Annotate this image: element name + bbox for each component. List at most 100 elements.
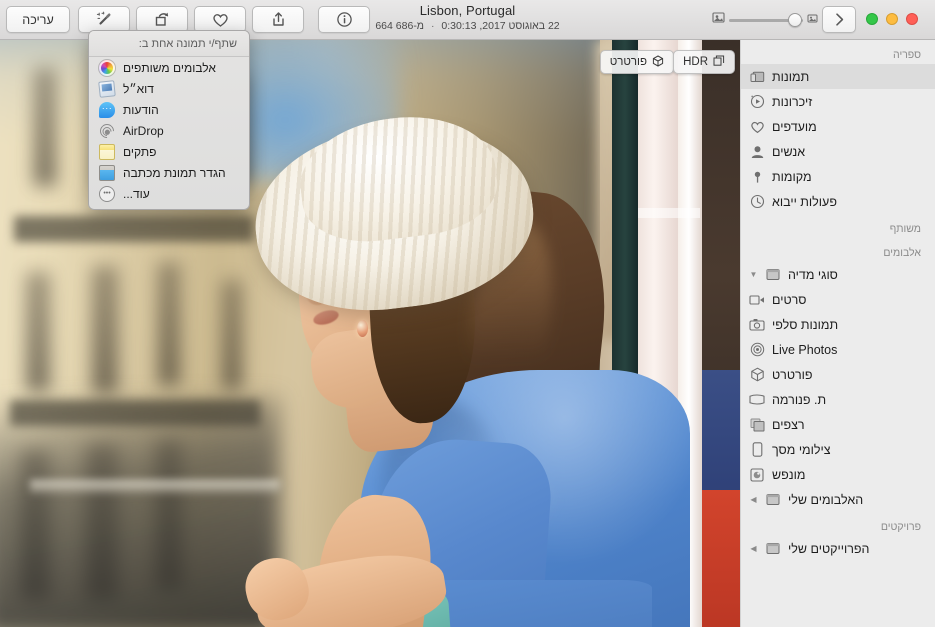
share-item-notes[interactable]: פתקים <box>89 142 249 162</box>
thumbnail-small-icon <box>712 11 725 29</box>
sidebar-item-label: הפרוייקטים שלי <box>788 541 870 556</box>
import-clock-icon <box>749 194 765 210</box>
sidebar-item-label: מקומות <box>772 169 812 184</box>
sidebar-item-label: צילומי מסך <box>772 442 831 457</box>
sidebar-group-library-title: ספריה <box>893 49 921 61</box>
metadata-separator: · <box>430 20 435 32</box>
close-window-button[interactable] <box>906 13 918 25</box>
media-types-icon <box>765 267 781 283</box>
favorite-button[interactable] <box>194 6 246 33</box>
heart-icon <box>212 12 229 28</box>
sidebar-item-media-types[interactable]: סוגי מדיה ▼ <box>741 262 935 287</box>
window-controls <box>866 13 918 25</box>
sidebar-item-people[interactable]: אנשים <box>741 139 935 164</box>
hdr-badge-label: HDR <box>683 56 708 68</box>
share-item-label: הגדר תמונת מכתבה <box>123 166 226 180</box>
chevron-down-icon[interactable]: ▼ <box>749 270 758 279</box>
share-item-mail[interactable]: דוא״ל <box>89 79 249 99</box>
sidebar-item-label: פעולות ייבוא <box>772 194 837 209</box>
sidebar-item-imports[interactable]: פעולות ייבוא <box>741 189 935 214</box>
notes-icon <box>99 144 115 160</box>
sidebar-item-panoramas[interactable]: ת. פנורמה <box>741 387 935 412</box>
photo-dimensions: 664 מ-686 <box>375 20 425 32</box>
auto-enhance-button[interactable] <box>78 6 130 33</box>
sidebar-item-portrait[interactable]: פורטרט <box>741 362 935 387</box>
share-button[interactable] <box>252 6 304 33</box>
share-item-shared-albums[interactable]: אלבומים משותפים <box>89 58 249 78</box>
thumbnail-size-slider[interactable] <box>712 12 818 28</box>
sidebar-group-shared-title: משותף <box>889 223 921 235</box>
info-icon <box>336 11 353 28</box>
zoom-window-button[interactable] <box>866 13 878 25</box>
animated-icon <box>749 467 765 483</box>
sidebar-item-label: זיכרונות <box>772 94 813 109</box>
screenshot-icon <box>749 442 765 458</box>
sidebar-item-animated[interactable]: מונפש <box>741 462 935 487</box>
sidebar-item-photos[interactable]: תמונות <box>741 64 935 89</box>
sidebar-item-label: סרטים <box>772 292 807 307</box>
camera-icon <box>749 317 765 333</box>
chevron-right-icon <box>832 12 847 27</box>
photos-app-window: עריכה Lisbon, Portugal 22 באוגוסט 2017, … <box>0 0 935 627</box>
sidebar-item-my-projects[interactable]: הפרוייקטים שלי ◀ <box>741 536 935 561</box>
sidebar-item-label: ת. פנורמה <box>772 392 827 407</box>
sidebar-item-videos[interactable]: סרטים <box>741 287 935 312</box>
sidebar-item-label: Live Photos <box>772 342 838 357</box>
sidebar-item-favorites[interactable]: מועדפים <box>741 114 935 139</box>
my-albums-icon <box>765 492 781 508</box>
people-icon <box>749 144 765 160</box>
rotate-button[interactable] <box>136 6 188 33</box>
sidebar-item-label: מונפש <box>772 467 806 482</box>
share-popover-title: שתף/י תמונה אחת ב: <box>89 31 249 57</box>
burst-icon <box>749 417 765 433</box>
sidebar-item-places[interactable]: מקומות <box>741 164 935 189</box>
sidebar-item-label: פורטרט <box>772 367 813 382</box>
my-projects-icon <box>765 541 781 557</box>
slider-track[interactable] <box>729 13 803 27</box>
photo-date: 22 באוגוסט 2017, 0:30:13 <box>441 20 560 32</box>
sidebar[interactable]: ספריה תמונות זיכרונות מועדפים אנשים מקומ… <box>740 40 935 627</box>
rotate-icon <box>154 11 171 28</box>
share-item-label: עוד... <box>123 187 150 201</box>
messages-icon <box>99 102 115 118</box>
share-item-messages[interactable]: הודעות <box>89 100 249 120</box>
next-photo-button[interactable] <box>822 6 856 33</box>
chevron-left-icon[interactable]: ◀ <box>749 495 758 504</box>
desktop-picture-icon <box>99 165 115 181</box>
share-item-desktop-picture[interactable]: הגדר תמונת מכתבה <box>89 163 249 183</box>
portrait-badge[interactable]: פורטרט <box>599 50 674 74</box>
panorama-icon <box>749 392 765 408</box>
sidebar-item-memories[interactable]: זיכרונות <box>741 89 935 114</box>
info-button[interactable] <box>318 6 370 33</box>
airdrop-icon <box>97 121 117 141</box>
share-item-label: הודעות <box>123 103 159 117</box>
hdr-icon <box>713 55 725 70</box>
heart-icon <box>749 119 765 135</box>
portrait-cube-icon <box>652 54 664 70</box>
share-popover: שתף/י תמונה אחת ב: אלבומים משותפים דוא״ל… <box>88 30 250 210</box>
sidebar-item-screenshots[interactable]: צילומי מסך <box>741 437 935 462</box>
hdr-badge[interactable]: HDR <box>673 50 735 74</box>
portrait-badge-label: פורטרט <box>609 56 647 68</box>
minimize-window-button[interactable] <box>886 13 898 25</box>
edit-button-label: עריכה <box>22 12 54 27</box>
sidebar-item-my-albums[interactable]: האלבומים שלי ◀ <box>741 487 935 512</box>
sidebar-item-bursts[interactable]: רצפים <box>741 412 935 437</box>
sidebar-item-selfies[interactable]: תמונות סלפי <box>741 312 935 337</box>
sidebar-item-label: רצפים <box>772 417 805 432</box>
sidebar-item-label: אנשים <box>772 144 806 159</box>
sidebar-group-albums-title: אלבומים <box>883 247 921 259</box>
mail-icon <box>98 80 116 98</box>
magic-wand-icon <box>96 11 113 28</box>
shared-albums-icon <box>99 60 115 76</box>
share-item-more[interactable]: עוד... <box>89 184 249 204</box>
places-pin-icon <box>749 169 765 185</box>
chevron-left-icon[interactable]: ◀ <box>749 544 758 553</box>
sidebar-item-label: סוגי מדיה <box>788 267 838 282</box>
memories-icon <box>749 94 765 110</box>
share-item-airdrop[interactable]: AirDrop <box>89 121 249 141</box>
slider-knob[interactable] <box>788 13 802 27</box>
sidebar-item-label: מועדפים <box>772 119 817 134</box>
edit-button[interactable]: עריכה <box>6 6 70 33</box>
sidebar-item-live-photos[interactable]: Live Photos <box>741 337 935 362</box>
